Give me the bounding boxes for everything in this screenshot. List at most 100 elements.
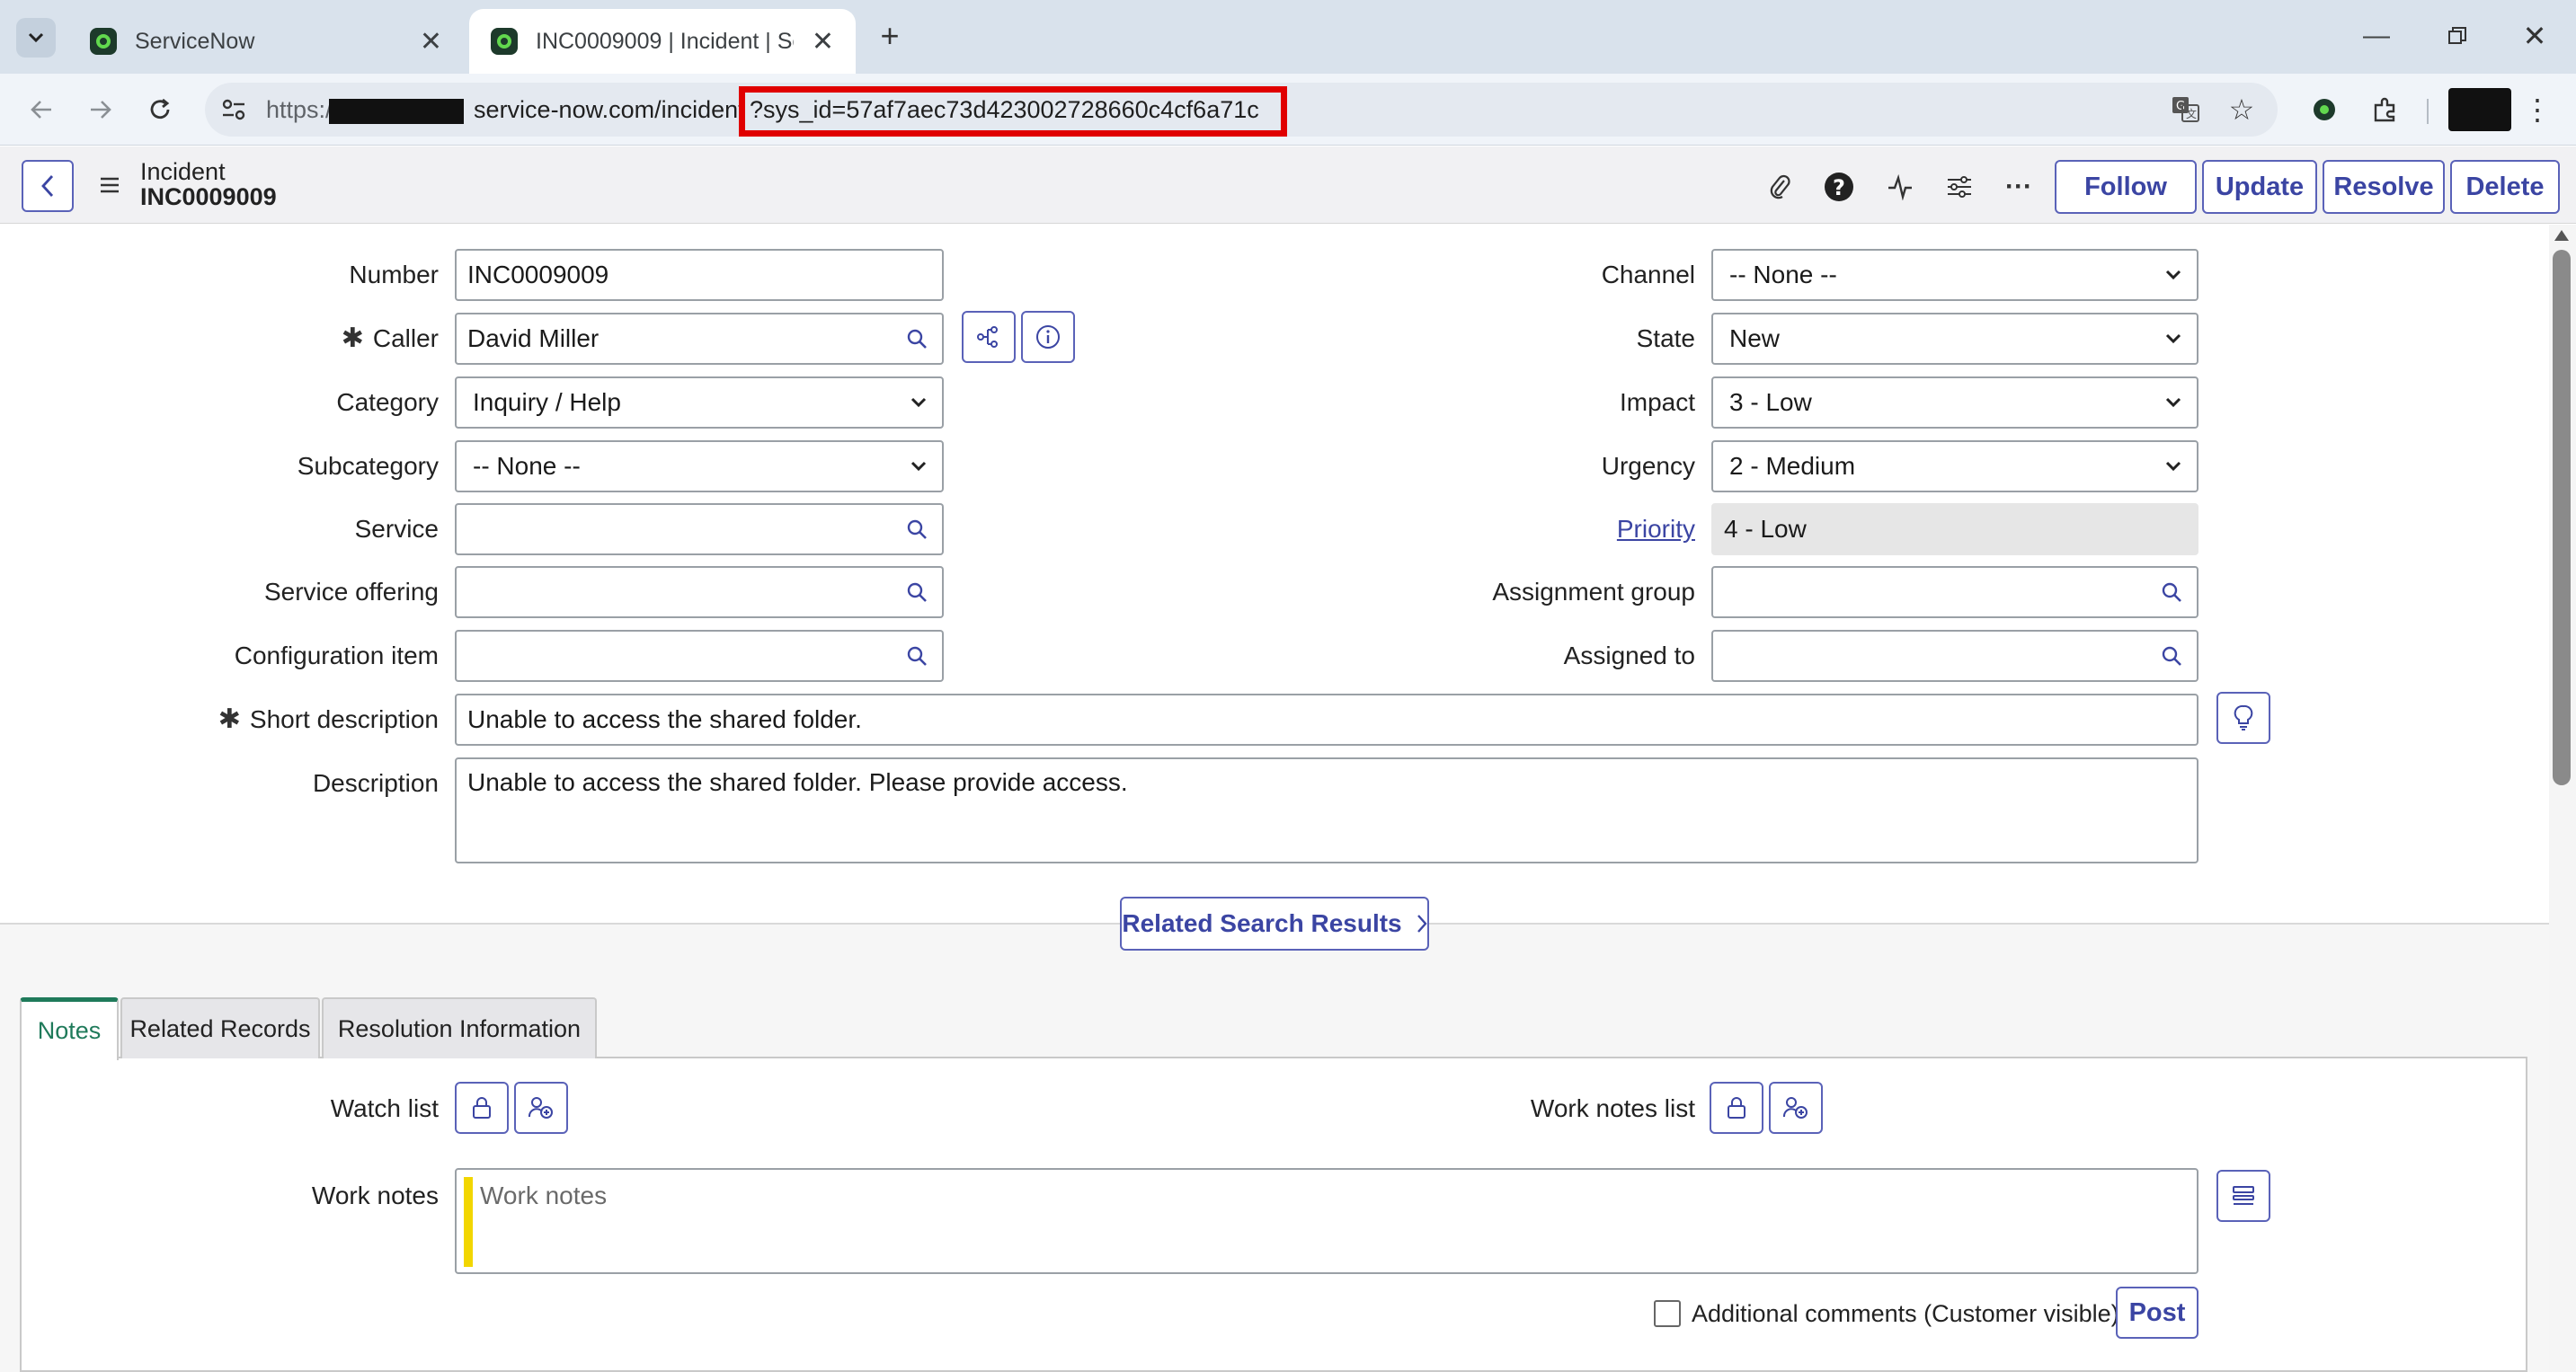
search-icon bbox=[2162, 582, 2181, 602]
assignment-group-field[interactable] bbox=[1711, 566, 2148, 618]
assignment-group-lookup-button[interactable] bbox=[2146, 566, 2198, 618]
help-icon[interactable]: ? bbox=[1821, 169, 1857, 205]
short-description-field[interactable]: Unable to access the shared folder. bbox=[455, 694, 2198, 746]
channel-select[interactable]: -- None -- bbox=[1711, 249, 2198, 301]
configuration-item-field[interactable] bbox=[455, 630, 893, 682]
lightbulb-icon bbox=[2234, 704, 2253, 730]
close-tab-icon[interactable]: ✕ bbox=[812, 26, 834, 58]
work-notes-label: Work notes bbox=[311, 1182, 439, 1209]
category-select[interactable]: Inquiry / Help bbox=[455, 376, 944, 429]
bookmark-star-icon[interactable]: ☆ bbox=[2224, 92, 2260, 128]
post-button[interactable]: Post bbox=[2116, 1287, 2198, 1339]
site-info-icon[interactable] bbox=[216, 92, 252, 128]
browser-tab-servicenow[interactable]: ServiceNow ✕ bbox=[68, 9, 464, 74]
chevron-right-icon bbox=[1417, 915, 1427, 933]
record-number: INC0009009 bbox=[140, 183, 277, 210]
impact-select[interactable]: 3 - Low bbox=[1711, 376, 2198, 429]
service-offering-lookup-button[interactable] bbox=[892, 566, 944, 618]
tab-notes-label: Notes bbox=[37, 1017, 102, 1044]
svg-text:文: 文 bbox=[2186, 107, 2197, 120]
activity-stream-icon[interactable] bbox=[1882, 169, 1918, 205]
search-icon bbox=[907, 329, 927, 349]
close-tab-icon[interactable]: ✕ bbox=[420, 26, 442, 58]
tab-notes[interactable]: Notes bbox=[20, 997, 119, 1060]
state-select[interactable]: New bbox=[1711, 313, 2198, 365]
work-notes-indicator-bar bbox=[464, 1177, 473, 1267]
lock-icon bbox=[1728, 1097, 1745, 1119]
work-notes-textarea[interactable] bbox=[455, 1168, 2198, 1274]
chevron-down-icon bbox=[2165, 397, 2181, 408]
additional-comments-checkbox[interactable] bbox=[1654, 1300, 1681, 1327]
svg-text:?: ? bbox=[1833, 175, 1845, 200]
channel-value: -- None -- bbox=[1729, 261, 1837, 288]
profile-avatar[interactable] bbox=[2448, 88, 2511, 131]
related-search-results-button[interactable]: Related Search Results bbox=[1120, 897, 1429, 951]
work-notes-list-add-me-button[interactable] bbox=[1769, 1082, 1823, 1134]
add-user-icon bbox=[1782, 1097, 1808, 1119]
chevron-down-icon bbox=[2165, 333, 2181, 344]
back-icon[interactable] bbox=[22, 90, 61, 129]
scrollbar-thumb[interactable] bbox=[2553, 250, 2571, 785]
browser-tab-incident[interactable]: INC0009009 | Incident | ServiceN ✕ bbox=[469, 9, 856, 74]
number-field[interactable]: INC0009009 bbox=[455, 249, 944, 301]
follow-button[interactable]: Follow bbox=[2055, 160, 2197, 214]
service-offering-field[interactable] bbox=[455, 566, 893, 618]
service-lookup-button[interactable] bbox=[892, 503, 944, 555]
reload-icon[interactable] bbox=[140, 90, 180, 129]
personalize-form-icon[interactable] bbox=[1941, 169, 1977, 205]
priority-label-cell: Priority bbox=[1402, 503, 1695, 555]
attachment-icon[interactable] bbox=[1762, 169, 1798, 205]
assigned-to-lookup-button[interactable] bbox=[2146, 630, 2198, 682]
priority-link[interactable]: Priority bbox=[1617, 515, 1695, 543]
subcategory-label: Subcategory bbox=[297, 452, 439, 480]
browser-menu-icon[interactable]: ⋮ bbox=[2523, 92, 2552, 128]
description-textarea[interactable]: Unable to access the shared folder. Plea… bbox=[455, 757, 2198, 863]
tab-related-records[interactable]: Related Records bbox=[120, 997, 320, 1058]
assigned-to-field[interactable] bbox=[1711, 630, 2148, 682]
tab-related-records-label: Related Records bbox=[129, 1014, 311, 1042]
watch-list-label: Watch list bbox=[330, 1094, 439, 1122]
context-menu-icon[interactable] bbox=[93, 169, 126, 201]
tab-resolution-information[interactable]: Resolution Information bbox=[322, 997, 597, 1058]
extension-gear-icon[interactable] bbox=[2306, 92, 2342, 128]
work-notes-list-label: Work notes list bbox=[1530, 1094, 1695, 1122]
extensions-puzzle-icon[interactable] bbox=[2367, 92, 2403, 128]
close-window-icon[interactable]: ✕ bbox=[2517, 18, 2553, 54]
scroll-up-icon[interactable] bbox=[2554, 230, 2569, 241]
state-label: State bbox=[1636, 324, 1695, 352]
assignment-group-label: Assignment group bbox=[1492, 578, 1695, 606]
watch-list-add-me-button[interactable] bbox=[514, 1082, 568, 1134]
back-button[interactable] bbox=[22, 160, 74, 212]
caller-lookup-button[interactable] bbox=[892, 313, 944, 365]
work-notes-list-lock-button[interactable] bbox=[1710, 1082, 1763, 1134]
state-value: New bbox=[1729, 324, 1781, 352]
suggestion-button[interactable] bbox=[2216, 692, 2270, 744]
watch-list-lock-button[interactable] bbox=[455, 1082, 509, 1134]
channel-label: Channel bbox=[1601, 261, 1695, 288]
subcategory-select[interactable]: -- None -- bbox=[455, 440, 944, 492]
short-description-label-row: ✱ Short description bbox=[180, 694, 439, 746]
urgency-value: 2 - Medium bbox=[1729, 452, 1856, 480]
new-tab-icon[interactable]: + bbox=[870, 16, 910, 56]
restore-icon[interactable] bbox=[2439, 18, 2475, 54]
tab-search-chevron-icon[interactable] bbox=[16, 18, 56, 58]
delete-button[interactable]: Delete bbox=[2450, 160, 2560, 214]
caller-info-button[interactable] bbox=[1021, 311, 1075, 363]
show-dependencies-button[interactable] bbox=[962, 311, 1016, 363]
additional-comments-label: Additional comments (Customer visible) bbox=[1692, 1300, 2119, 1327]
more-options-icon[interactable]: ··· bbox=[2001, 169, 2037, 205]
forward-icon[interactable] bbox=[81, 90, 120, 129]
compose-toggle-button[interactable] bbox=[2216, 1170, 2270, 1222]
minimize-icon[interactable]: — bbox=[2358, 18, 2394, 54]
urgency-select[interactable]: 2 - Medium bbox=[1711, 440, 2198, 492]
lock-icon bbox=[473, 1097, 491, 1119]
configuration-item-lookup-button[interactable] bbox=[892, 630, 944, 682]
update-button[interactable]: Update bbox=[2202, 160, 2317, 214]
service-field[interactable] bbox=[455, 503, 893, 555]
record-table-name: Incident bbox=[140, 158, 226, 185]
resolve-button[interactable]: Resolve bbox=[2323, 160, 2445, 214]
caller-field[interactable]: David Miller bbox=[455, 313, 893, 365]
toolbar-divider bbox=[2427, 99, 2429, 124]
search-icon bbox=[2162, 646, 2181, 666]
translate-icon[interactable]: G文 bbox=[2168, 92, 2204, 128]
